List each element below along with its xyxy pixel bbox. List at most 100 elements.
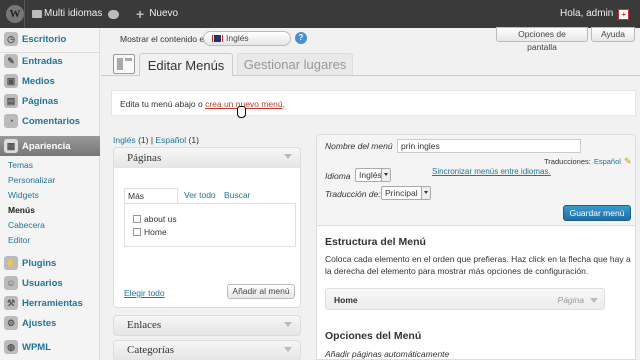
content-language-label: Mostrar el contenido en:	[120, 34, 212, 44]
account-menu[interactable]: Hola, admin +	[560, 0, 630, 28]
sidebar-item-label: Comentarios	[22, 115, 81, 127]
checkbox[interactable]	[133, 228, 141, 236]
wpml-icon: ◍	[4, 340, 18, 354]
sidebar-item-medios[interactable]: ▣ Medios	[0, 72, 100, 90]
content-language-select[interactable]: Inglés	[203, 31, 291, 46]
pin-icon: ✎	[4, 54, 18, 68]
checkbox[interactable]	[133, 215, 141, 223]
pages-tab-all[interactable]: Ver todo	[184, 190, 216, 200]
menu-item-home[interactable]: Home Página	[325, 288, 605, 310]
translation-link-es[interactable]: Español	[594, 157, 621, 166]
save-menu-button[interactable]: Guardar menú	[563, 205, 631, 221]
tab-editar-menus[interactable]: Editar Menús	[139, 53, 233, 76]
sidebar-item-label: Apariencia	[22, 140, 71, 152]
menu-language-value: Inglés	[359, 170, 382, 180]
sidebar-item-label: WPML	[22, 341, 52, 353]
tab-gestionar-lugares[interactable]: Gestionar lugares	[237, 53, 353, 75]
lang-separator: |	[150, 135, 154, 145]
admin-bar: W Multi idiomas + Nuevo Hola, admin +	[0, 0, 640, 28]
options-title: Opciones del Menú	[325, 330, 422, 342]
comment-icon: ◔	[4, 114, 18, 128]
structure-description: Coloca cada elemento en el orden que pre…	[325, 254, 631, 276]
site-name-link[interactable]: Multi idiomas	[44, 0, 102, 28]
lang-link-es[interactable]: Español	[155, 135, 186, 145]
screen-options-button[interactable]: Opciones de pantalla	[496, 27, 588, 52]
pencil-icon[interactable]: ✎	[624, 156, 632, 167]
new-content-menu[interactable]: + Nuevo	[136, 0, 178, 28]
sidebar-item-escritorio[interactable]: ◷ Escritorio	[0, 30, 100, 48]
sidebar-item-paginas[interactable]: ▤ Páginas	[0, 92, 100, 110]
appearance-icon: ▦	[4, 139, 18, 153]
sidebar-item-usuarios[interactable]: ☺ Usuarios	[0, 274, 100, 292]
sync-menus-link[interactable]: Sincronizar menús entre idiomas.	[432, 167, 551, 176]
menu-name-input[interactable]: prin ingles	[397, 139, 581, 153]
sidebar-item-apariencia[interactable]: ▦ Apariencia	[0, 136, 100, 156]
pages-box-title: Páginas	[127, 152, 162, 164]
submenu-widgets[interactable]: Widgets	[8, 190, 39, 200]
expand-arrow-icon[interactable]	[590, 298, 598, 303]
greeting-text: Hola, admin	[560, 8, 614, 19]
pages-box-body: Más reciente Ver todo Buscar about us Ho…	[113, 168, 301, 308]
structure-title: Estructura del Menú	[325, 236, 426, 248]
lang-count-en: (1)	[138, 135, 149, 145]
dropdown-caret-icon	[421, 187, 430, 199]
comments-icon[interactable]	[108, 0, 119, 28]
sidebar-item-label: Entradas	[22, 55, 63, 67]
submenu-temas[interactable]: Temas	[8, 160, 33, 170]
sidebar-item-plugins[interactable]: ⚡ Plugins	[0, 254, 100, 272]
sidebar-item-herramientas[interactable]: ⚒ Herramientas	[0, 294, 100, 312]
admin-sidebar: ◷ Escritorio ✎ Entradas ▣ Medios ▤ Páginas ◔…	[0, 28, 100, 360]
sidebar-item-ajustes[interactable]: ⚙ Ajustes	[0, 314, 100, 332]
select-all-link[interactable]: Elegir todo	[124, 288, 165, 298]
categories-box-title: Categorías	[127, 344, 175, 356]
content-language-value: Inglés	[226, 33, 249, 43]
categories-box-header[interactable]: Categorías	[113, 340, 301, 360]
submenu-personalizar[interactable]: Personalizar	[8, 175, 55, 185]
menu-item-type: Página	[557, 295, 584, 305]
sidebar-item-label: Escritorio	[22, 33, 67, 45]
media-icon: ▣	[4, 74, 18, 88]
main-content: Mostrar el contenido en: Inglés ? Opcion…	[101, 27, 640, 360]
language-label: Idioma	[325, 171, 351, 181]
sidebar-item-wpml[interactable]: ◍ WPML	[0, 338, 100, 356]
collapse-arrow-icon	[284, 322, 292, 327]
submenu-cabecera[interactable]: Cabecera	[8, 220, 45, 230]
submenu-editor[interactable]: Editor	[8, 235, 30, 245]
sidebar-item-label: Usuarios	[22, 277, 63, 289]
translations-row: Traducciones: Español ✎	[544, 156, 631, 167]
dashboard-icon: ◷	[4, 32, 18, 46]
settings-icon: ⚙	[4, 316, 18, 330]
pages-tab-search[interactable]: Buscar	[224, 190, 250, 200]
tools-icon: ⚒	[4, 296, 18, 310]
sidebar-item-comentarios[interactable]: ◔ Comentarios	[0, 112, 100, 130]
lang-link-en[interactable]: Inglés	[113, 135, 136, 145]
pages-box-header[interactable]: Páginas	[113, 147, 301, 169]
menu-language-select[interactable]: Inglés	[355, 168, 391, 182]
dropdown-caret-icon	[381, 169, 390, 181]
translation-of-label: Traducción de:	[325, 189, 381, 199]
notice-box: Edita tu menú abajo o crea un nuevo menú…	[111, 90, 636, 116]
wordpress-logo-icon[interactable]: W	[6, 5, 24, 23]
sidebar-item-label: Plugins	[22, 257, 57, 269]
pages-list: about us Home	[124, 203, 296, 247]
sidebar-item-entradas[interactable]: ✎ Entradas	[0, 52, 100, 70]
notice-text: Edita tu menú abajo o	[120, 99, 206, 109]
add-to-menu-button[interactable]: Añadir al menú	[227, 284, 295, 299]
translation-of-value: Principal	[385, 188, 418, 198]
translation-of-select[interactable]: Principal	[381, 186, 431, 200]
collapse-arrow-icon	[284, 154, 292, 159]
language-switcher: Inglés (1) | Español (1)	[113, 135, 199, 145]
links-box-header[interactable]: Enlaces	[113, 315, 301, 336]
list-item[interactable]: about us	[133, 214, 177, 224]
uk-flag-icon	[212, 35, 223, 43]
plugin-icon: ⚡	[4, 256, 18, 270]
page-icon: ▤	[4, 94, 18, 108]
sidebar-item-label: Medios	[22, 75, 55, 87]
help-button[interactable]: Ayuda	[591, 27, 635, 42]
plus-icon: +	[136, 6, 145, 22]
admin-bar-home-icon[interactable]	[32, 0, 42, 28]
submenu-menus[interactable]: Menús	[8, 205, 35, 215]
help-question-icon[interactable]: ?	[295, 32, 307, 44]
pages-tab-recent[interactable]: Más reciente	[124, 188, 178, 211]
list-item[interactable]: Home	[133, 227, 167, 237]
